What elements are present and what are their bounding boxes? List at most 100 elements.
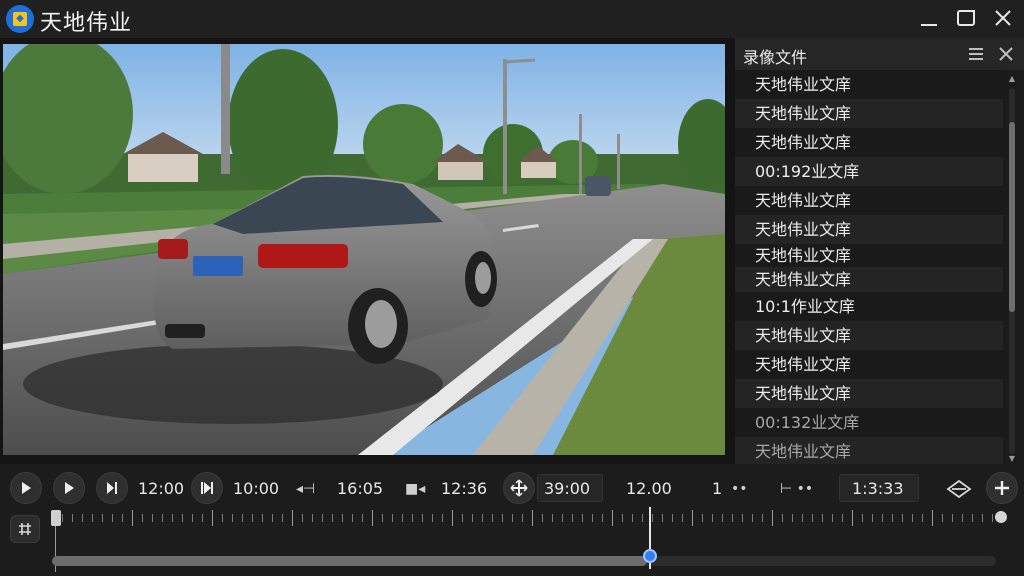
timeline-tick	[532, 510, 533, 526]
dots-icon: ••	[731, 481, 748, 497]
video-frame[interactable]	[3, 44, 725, 455]
timeline-tick	[412, 514, 413, 522]
timeline-tick	[182, 514, 183, 522]
timeline-tick	[332, 514, 333, 522]
play-button[interactable]	[10, 472, 42, 504]
timeline-tick	[482, 514, 483, 522]
timeline-tick	[632, 514, 633, 522]
timeline-tick	[242, 514, 243, 522]
timeline-start-marker[interactable]	[51, 510, 61, 526]
timeline-tick	[262, 514, 263, 522]
fit-icon[interactable]	[946, 479, 972, 505]
rewind-icon[interactable]: ◂⊣	[296, 479, 315, 499]
range-icon[interactable]: ⊢ ••	[780, 479, 813, 499]
skip-icon	[201, 482, 213, 494]
scrollbar-thumb[interactable]	[1009, 122, 1015, 312]
next-frame-button[interactable]	[96, 472, 128, 504]
list-item[interactable]: 天地伟业文庠	[735, 437, 1003, 464]
timeline-tick	[222, 514, 223, 522]
timeline-ruler[interactable]	[52, 510, 1002, 530]
minimize-icon[interactable]	[916, 6, 942, 30]
playlist-header: 录像文件	[735, 38, 1024, 70]
list-item[interactable]: 天地伟业文庠	[735, 186, 1003, 215]
list-item[interactable]: 天地伟业文庠	[735, 379, 1003, 408]
list-item[interactable]: 天地伟业文庠	[735, 128, 1003, 157]
maximize-icon[interactable]	[954, 6, 980, 30]
timeline-tick	[862, 514, 863, 522]
time-label-3: 16:05	[337, 479, 384, 498]
timeline-tick	[672, 514, 673, 522]
playlist-scrollbar[interactable]: ▲ ▼	[1007, 74, 1017, 464]
timeline-tick	[832, 514, 833, 522]
timeline-tick	[922, 514, 923, 522]
list-item[interactable]: 天地伟业文庠	[735, 244, 1003, 267]
list-item[interactable]: 00:132业文庠	[735, 408, 1003, 437]
timeline-tick	[322, 514, 323, 522]
timeline-tick	[682, 514, 683, 522]
playlist-close-icon[interactable]	[997, 45, 1015, 63]
timeline-tick	[472, 514, 473, 522]
zoom-in-button[interactable]	[986, 472, 1018, 504]
timeline-tick	[992, 514, 993, 522]
timeline-tick	[432, 514, 433, 522]
timeline-tick	[192, 514, 193, 522]
list-item[interactable]: 天地伟业文庠	[735, 267, 1003, 292]
list-item[interactable]: 天地伟业文庠	[735, 321, 1003, 350]
timeline-tick	[612, 510, 613, 526]
scroll-up-icon[interactable]: ▲	[1007, 74, 1017, 84]
window-title: 天地伟业	[40, 11, 133, 36]
list-item[interactable]: 天地伟业文庠	[735, 350, 1003, 379]
timeline-tick	[312, 514, 313, 522]
timeline-tick	[292, 510, 293, 526]
timeline-tick	[902, 514, 903, 522]
count-label: 1	[712, 479, 723, 498]
time-label-2: 10:00	[233, 479, 280, 498]
timeline-tick	[872, 514, 873, 522]
timeline-tick	[952, 514, 953, 522]
timeline-tick	[752, 514, 753, 522]
play-forward-button[interactable]	[53, 472, 85, 504]
timeline-end-knob[interactable]	[995, 511, 1007, 523]
plus-icon	[995, 481, 1009, 495]
timeline-tick	[122, 514, 123, 522]
list-item[interactable]: 天地伟业文庠	[735, 99, 1003, 128]
playlist-title: 录像文件	[743, 48, 808, 67]
timeline-tick	[592, 514, 593, 522]
timeline-tick	[982, 514, 983, 522]
record-icon[interactable]: ■◂	[405, 479, 425, 499]
timeline-tick	[722, 514, 723, 522]
menu-icon[interactable]	[967, 45, 985, 63]
timeline-tick	[652, 514, 653, 522]
time-label-1: 12:00	[138, 479, 185, 498]
playhead-knob[interactable]	[643, 549, 657, 563]
timeline-tick	[622, 514, 623, 522]
scroll-down-icon[interactable]: ▼	[1007, 454, 1017, 464]
time-label-4: 12:36	[441, 479, 488, 498]
list-item[interactable]: 天地伟业文庠	[735, 215, 1003, 244]
close-icon[interactable]	[990, 6, 1016, 30]
timeline-tick	[402, 514, 403, 522]
timeline-tick	[702, 514, 703, 522]
timeline-tick	[522, 514, 523, 522]
timeline-tick	[362, 514, 363, 522]
move-button[interactable]	[503, 472, 535, 504]
grid-button[interactable]	[10, 515, 40, 543]
progress-track[interactable]	[52, 556, 996, 566]
timeline-tick	[492, 514, 493, 522]
timeline-tick	[372, 510, 373, 526]
list-item[interactable]: 00:192业文庠	[735, 157, 1003, 186]
time-label-6: 12.00	[626, 479, 672, 498]
video-scene	[3, 44, 725, 455]
timeline-tick	[562, 514, 563, 522]
timeline-tick	[72, 514, 73, 522]
timeline-tick	[142, 514, 143, 522]
timeline-tick	[282, 514, 283, 522]
list-item[interactable]: 10:1作业文庠	[735, 292, 1003, 321]
skip-button[interactable]	[191, 472, 223, 504]
timeline-tick	[112, 514, 113, 522]
list-item[interactable]: 天地伟业文庠	[735, 70, 1003, 99]
timeline-tick	[172, 514, 173, 522]
step-forward-icon	[107, 482, 117, 494]
move-icon	[510, 479, 528, 497]
play-icon	[22, 482, 31, 494]
